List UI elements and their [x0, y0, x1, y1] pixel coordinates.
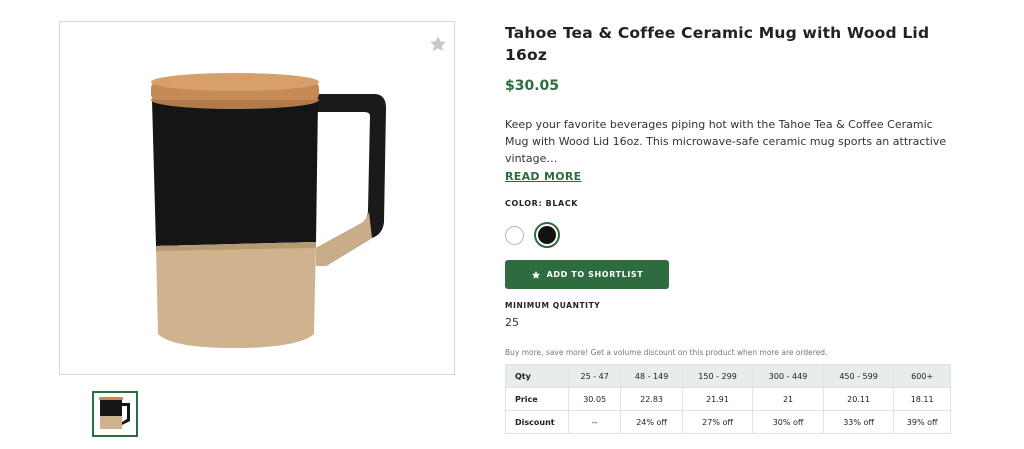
pricing-header-cell: 300 - 449	[752, 364, 824, 388]
pricing-header-cell: 600+	[893, 364, 951, 388]
pricing-header-cell: Qty	[505, 364, 569, 388]
product-title: Tahoe Tea & Coffee Ceramic Mug with Wood…	[505, 24, 930, 64]
price-cell: 20.11	[822, 387, 895, 411]
price-row-label: Price	[505, 387, 569, 411]
minimum-quantity-label: MINIMUM QUANTITY	[505, 301, 601, 310]
price-row: Price 30.05 22.83 21.91 21 20.11 18.11	[505, 387, 951, 411]
color-swatches	[505, 222, 955, 248]
mug-thumbnail-image	[99, 397, 130, 429]
star-icon	[531, 270, 540, 279]
discount-cell: 30% off	[752, 410, 824, 434]
pricing-header-row: Qty 25 - 47 48 - 149 150 - 299 300 - 449…	[505, 364, 951, 388]
product-thumbnail[interactable]	[92, 391, 138, 437]
price-cell: 22.83	[620, 387, 683, 411]
discount-row: Discount -- 24% off 27% off 30% off 33% …	[505, 410, 951, 434]
pricing-header-cell: 48 - 149	[620, 364, 683, 388]
pricing-table: Qty 25 - 47 48 - 149 150 - 299 300 - 449…	[505, 364, 951, 434]
discount-cell: --	[567, 410, 622, 434]
minimum-quantity-value: 25	[505, 316, 519, 329]
discount-row-label: Discount	[505, 410, 569, 434]
product-details: Tahoe Tea & Coffee Ceramic Mug with Wood…	[505, 22, 955, 434]
add-to-shortlist-button[interactable]: ADD TO SHORTLIST	[505, 260, 669, 289]
discount-cell: 39% off	[893, 410, 951, 434]
price-cell: 30.05	[567, 387, 622, 411]
mug-product-image	[151, 73, 386, 348]
price-cell: 18.11	[893, 387, 951, 411]
color-swatch-white[interactable]	[505, 225, 524, 245]
discount-cell: 27% off	[681, 410, 754, 434]
product-description: Keep your favorite beverages piping hot …	[505, 118, 947, 165]
color-swatch-black[interactable]	[534, 222, 560, 248]
favorite-star-icon[interactable]	[428, 34, 448, 54]
volume-discount-note: Buy more, save more! Get a volume discou…	[505, 348, 828, 357]
pricing-header-cell: 450 - 599	[822, 364, 895, 388]
product-image-panel	[59, 21, 455, 375]
color-label: COLOR: BLACK	[505, 199, 579, 208]
read-more-link[interactable]: READ MORE	[505, 170, 581, 183]
discount-cell: 24% off	[620, 410, 683, 434]
price-cell: 21	[752, 387, 824, 411]
price-cell: 21.91	[681, 387, 754, 411]
pricing-header-cell: 150 - 299	[681, 364, 754, 388]
pricing-header-cell: 25 - 47	[567, 364, 622, 388]
discount-cell: 33% off	[822, 410, 895, 434]
color-swatch-black-fill	[538, 226, 556, 244]
shortlist-label: ADD TO SHORTLIST	[546, 270, 644, 279]
product-price: $30.05	[505, 78, 560, 94]
